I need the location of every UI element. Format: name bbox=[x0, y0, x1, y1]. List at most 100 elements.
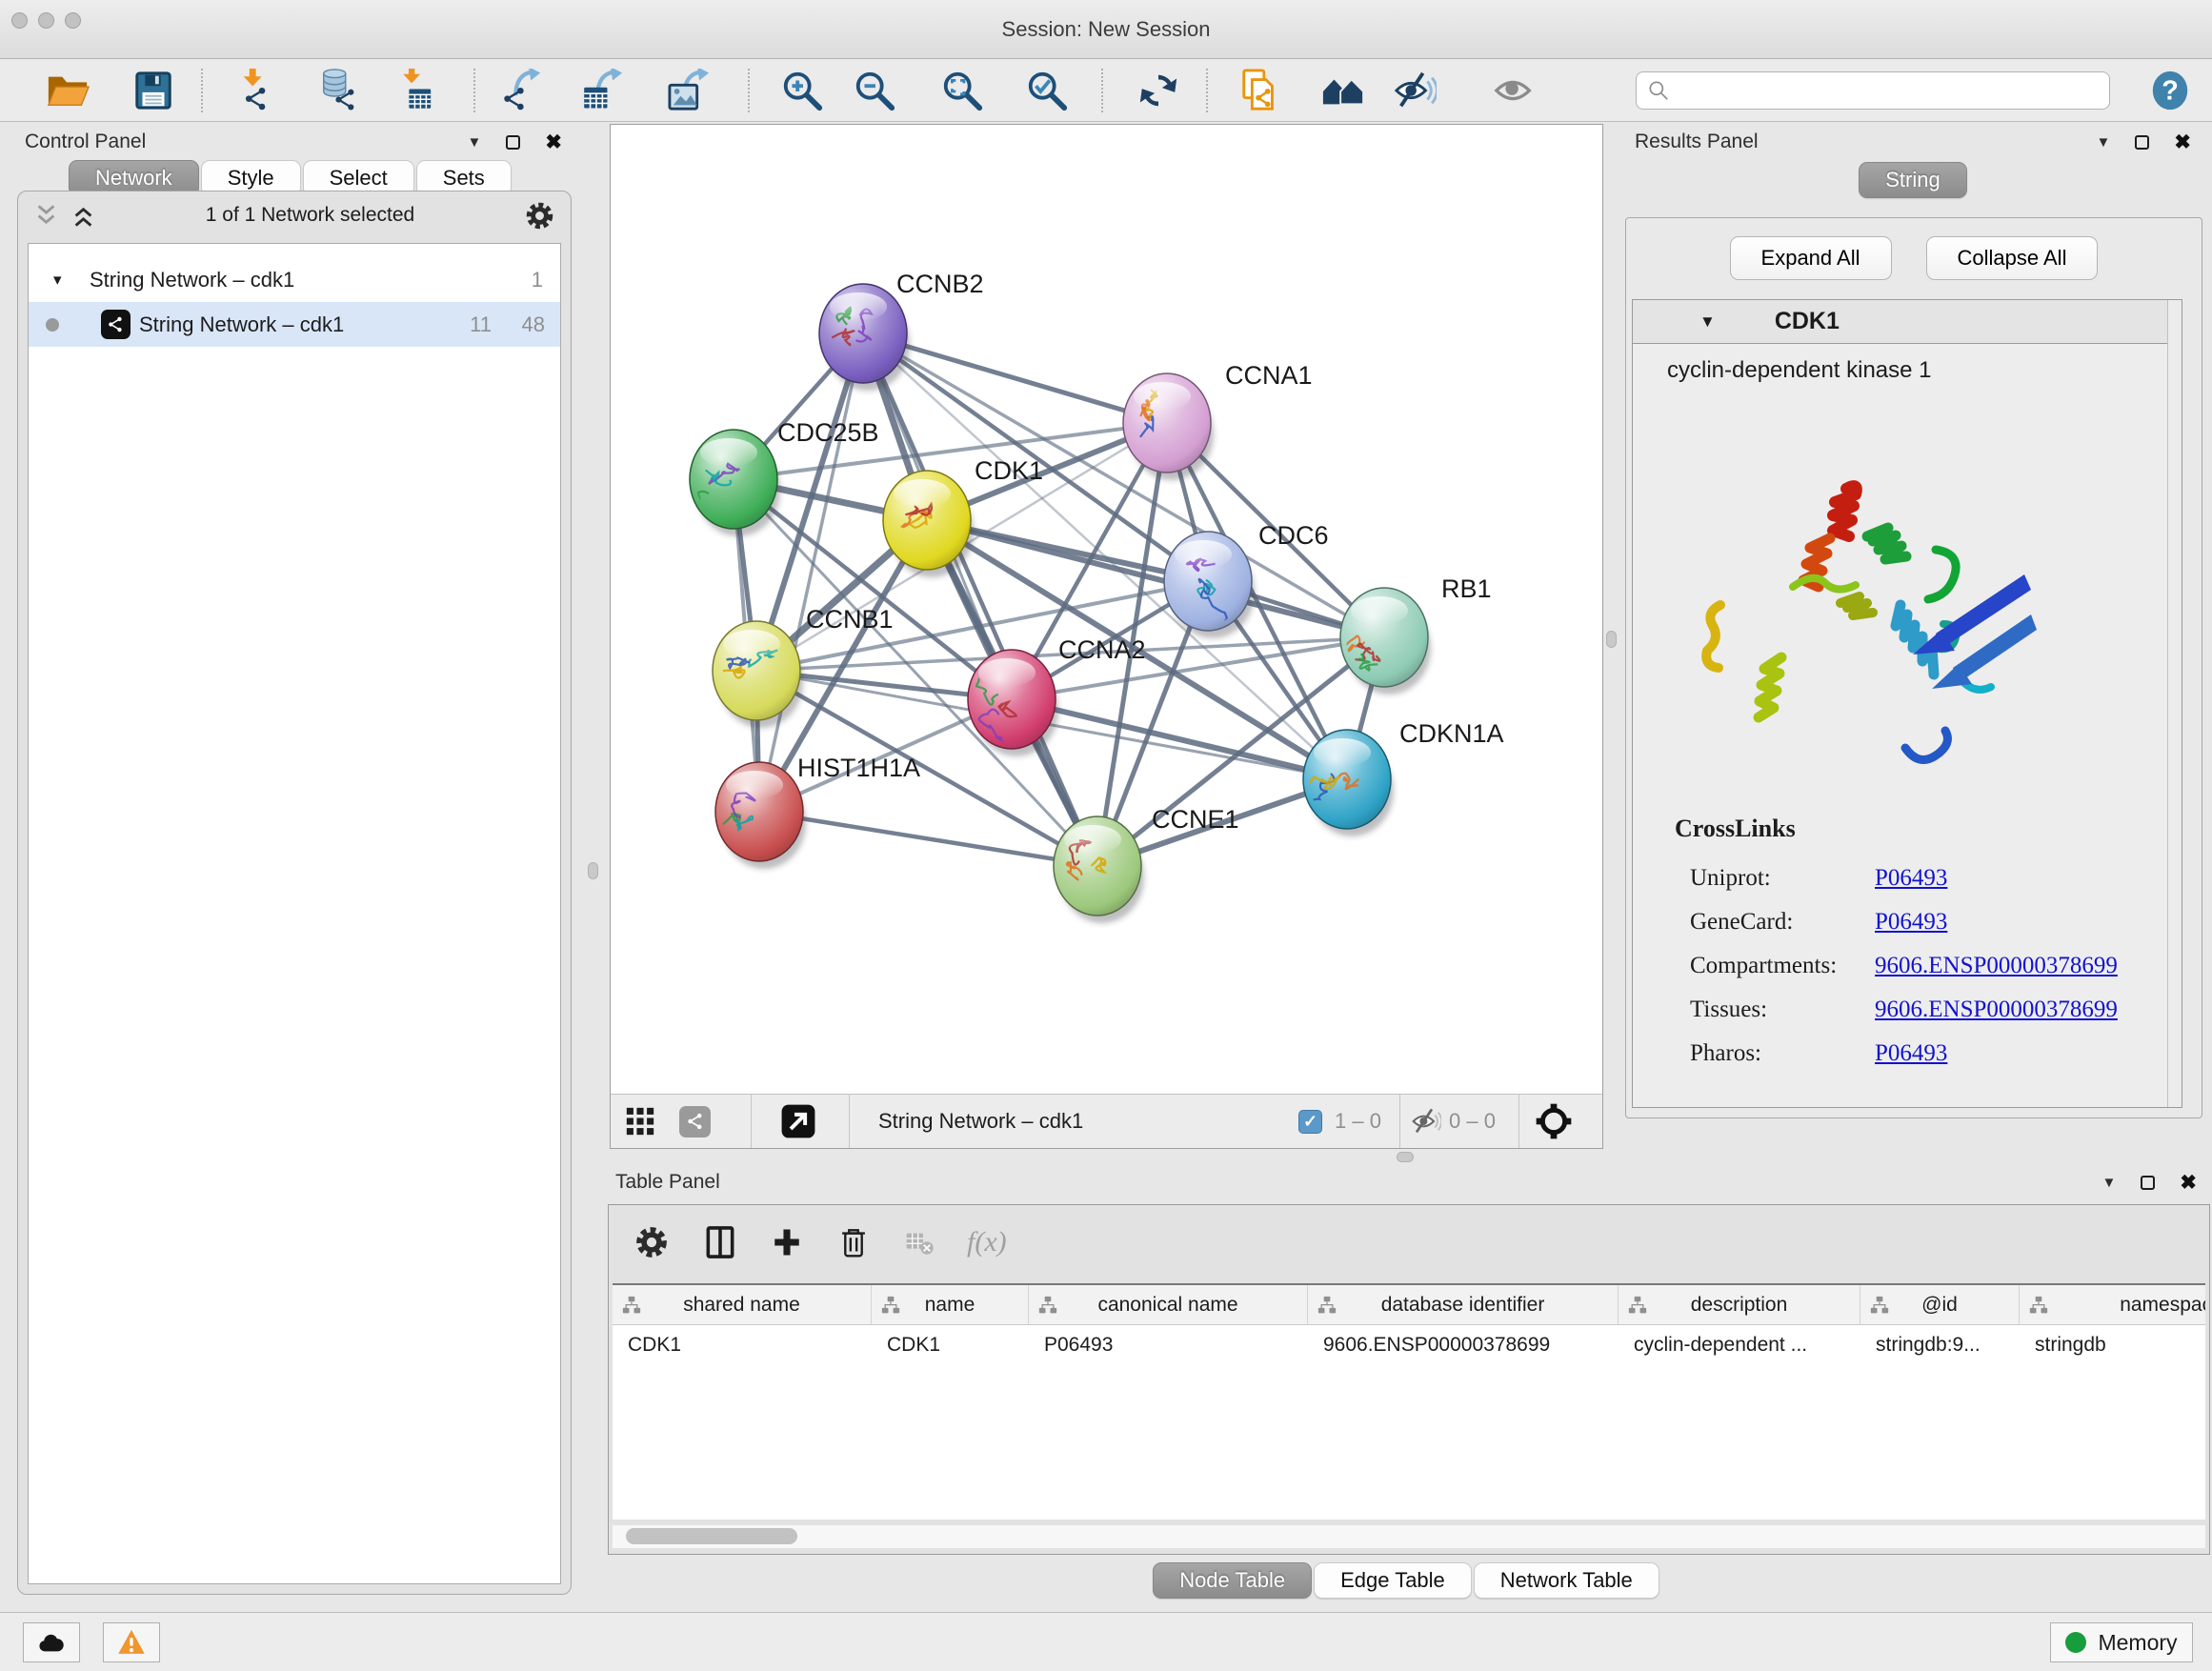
save-session-icon[interactable] bbox=[129, 66, 178, 115]
main-toolbar bbox=[0, 59, 2212, 122]
memory-button[interactable]: Memory bbox=[2050, 1622, 2193, 1662]
left-splitter-handle[interactable] bbox=[588, 862, 598, 879]
import-network-database-icon[interactable] bbox=[315, 66, 365, 115]
tab-node-table[interactable]: Node Table bbox=[1153, 1562, 1312, 1599]
create-column-icon[interactable] bbox=[771, 1226, 803, 1258]
view-network-icon[interactable] bbox=[679, 1095, 711, 1148]
collapse-all-networks-icon[interactable] bbox=[33, 203, 59, 229]
show-columns-icon[interactable] bbox=[702, 1224, 738, 1260]
open-session-icon[interactable] bbox=[43, 66, 92, 115]
toolbar-separator bbox=[748, 69, 750, 112]
help-icon[interactable] bbox=[2145, 66, 2195, 115]
zoom-fit-icon[interactable] bbox=[937, 66, 987, 115]
expand-all-button[interactable]: Expand All bbox=[1730, 236, 1892, 280]
show-hidden-icon[interactable] bbox=[1490, 66, 1539, 115]
birds-eye-toggle-icon[interactable] bbox=[1535, 1095, 1573, 1148]
tab-network-table[interactable]: Network Table bbox=[1474, 1562, 1659, 1599]
refresh-view-icon[interactable] bbox=[1134, 66, 1183, 115]
column-header[interactable]: description bbox=[1619, 1285, 1860, 1324]
column-header[interactable]: name bbox=[872, 1285, 1029, 1324]
node-table: shared name name canonical name database… bbox=[613, 1283, 2205, 1520]
scrollbar-thumb[interactable] bbox=[626, 1528, 797, 1544]
collapse-all-button[interactable]: Collapse All bbox=[1926, 236, 2099, 280]
import-table-file-icon[interactable] bbox=[391, 66, 440, 115]
export-network-icon[interactable] bbox=[498, 66, 548, 115]
selected-counts: 1 – 0 bbox=[1335, 1095, 1381, 1148]
table-horizontal-scrollbar[interactable] bbox=[613, 1525, 2205, 1548]
function-builder-icon[interactable]: f(x) bbox=[967, 1226, 1007, 1258]
show-all-icon[interactable] bbox=[1318, 66, 1368, 115]
hidden-eye-icon[interactable] bbox=[1411, 1095, 1441, 1148]
network-graph[interactable]: CCNB2CCNA1CDC25BCDK1CDC6RB1CCNB1CCNA2CDK… bbox=[611, 125, 1602, 1095]
graph-node-CCNB2[interactable]: CCNB2 bbox=[819, 270, 984, 391]
detach-view-icon[interactable] bbox=[780, 1095, 816, 1148]
table-panel: Table Panel ▼ ✖ f(x) shared name name bbox=[600, 1164, 2212, 1612]
panel-float-icon[interactable] bbox=[506, 135, 520, 150]
panel-menu-icon[interactable]: ▼ bbox=[2097, 134, 2111, 151]
bottom-splitter-handle[interactable] bbox=[1397, 1152, 1414, 1162]
search-field[interactable] bbox=[1636, 71, 2110, 110]
graph-edge-CCNB2-CCNE1[interactable] bbox=[863, 333, 1097, 866]
collection-expand-icon[interactable]: ▾ bbox=[53, 271, 62, 290]
cloud-status-button[interactable] bbox=[23, 1622, 80, 1662]
zoom-in-icon[interactable] bbox=[777, 66, 827, 115]
graph-node-HIST1H1A[interactable]: HIST1H1A bbox=[710, 754, 920, 869]
column-header[interactable]: @id bbox=[1860, 1285, 2020, 1324]
export-table-icon[interactable] bbox=[578, 66, 628, 115]
panel-float-icon[interactable] bbox=[2141, 1176, 2155, 1190]
network-view[interactable]: CCNB2CCNA1CDC25BCDK1CDC6RB1CCNB1CCNA2CDK… bbox=[610, 124, 1603, 1149]
panel-float-icon[interactable] bbox=[2135, 135, 2149, 150]
network-row[interactable]: String Network – cdk1 11 48 bbox=[29, 302, 560, 347]
results-scrollbar[interactable] bbox=[2167, 300, 2182, 1107]
column-header[interactable]: shared name bbox=[613, 1285, 872, 1324]
search-input[interactable] bbox=[1671, 74, 2109, 107]
view-grid-icon[interactable] bbox=[624, 1095, 656, 1148]
pharos-link[interactable]: P06493 bbox=[1875, 1040, 1947, 1066]
tab-edge-table[interactable]: Edge Table bbox=[1314, 1562, 1472, 1599]
graph-node-CCNA1[interactable]: CCNA1 bbox=[1123, 361, 1313, 480]
genecard-link[interactable]: P06493 bbox=[1875, 909, 1947, 935]
expand-all-networks-icon[interactable] bbox=[70, 203, 96, 229]
toolbar-separator bbox=[1101, 69, 1103, 112]
tissues-link[interactable]: 9606.ENSP00000378699 bbox=[1875, 997, 2118, 1022]
graph-node-CDKN1A[interactable]: CDKN1A bbox=[1303, 719, 1504, 836]
graph-node-CDK1[interactable]: CDK1 bbox=[883, 456, 1043, 577]
panel-menu-icon[interactable]: ▼ bbox=[468, 134, 482, 151]
graph-edge-CCNB2-HIST1H1A[interactable] bbox=[759, 333, 863, 812]
network-options-gear-icon[interactable] bbox=[524, 200, 555, 232]
column-header[interactable]: canonical name bbox=[1029, 1285, 1308, 1324]
compartments-link[interactable]: 9606.ENSP00000378699 bbox=[1875, 953, 2118, 978]
graph-node-RB1[interactable]: RB1 bbox=[1340, 574, 1492, 695]
table-options-gear-icon[interactable] bbox=[633, 1224, 670, 1260]
panel-close-icon[interactable]: ✖ bbox=[2174, 132, 2191, 152]
node-label-CCNB1: CCNB1 bbox=[806, 605, 894, 634]
column-header[interactable]: namespace bbox=[2020, 1285, 2205, 1324]
tab-string[interactable]: String bbox=[1859, 162, 1966, 198]
delete-column-icon[interactable] bbox=[835, 1224, 872, 1260]
node-label-CCNB2: CCNB2 bbox=[896, 270, 984, 298]
control-panel: Control Panel ▼ ✖ Network Style Select S… bbox=[10, 124, 577, 1604]
clone-network-view-icon[interactable] bbox=[1236, 66, 1285, 115]
graph-node-CDC6[interactable]: CDC6 bbox=[1164, 521, 1329, 638]
zoom-selected-icon[interactable] bbox=[1022, 66, 1072, 115]
table-row[interactable]: CDK1 CDK1 P06493 9606.ENSP00000378699 cy… bbox=[613, 1325, 2205, 1365]
panel-close-icon[interactable]: ✖ bbox=[2180, 1173, 2197, 1193]
warnings-button[interactable] bbox=[103, 1622, 160, 1662]
panel-close-icon[interactable]: ✖ bbox=[545, 132, 562, 152]
delete-table-icon[interactable] bbox=[904, 1227, 935, 1258]
node-label-CDK1: CDK1 bbox=[975, 456, 1043, 485]
hide-selected-icon[interactable] bbox=[1390, 66, 1439, 115]
protein-collapse-icon[interactable]: ▼ bbox=[1699, 312, 1716, 332]
column-header[interactable]: database identifier bbox=[1308, 1285, 1619, 1324]
export-image-icon[interactable] bbox=[665, 66, 714, 115]
panel-menu-icon[interactable]: ▼ bbox=[2102, 1175, 2117, 1191]
right-splitter-handle[interactable] bbox=[1606, 631, 1617, 648]
graph-node-CCNE1[interactable]: CCNE1 bbox=[1054, 805, 1239, 923]
zoom-out-icon[interactable] bbox=[850, 66, 899, 115]
selected-checkbox[interactable]: ✓ bbox=[1298, 1095, 1322, 1148]
uniprot-link[interactable]: P06493 bbox=[1875, 865, 1947, 891]
network-collection-row[interactable]: ▾ String Network – cdk1 1 bbox=[29, 257, 560, 302]
control-panel-title: Control Panel bbox=[25, 131, 146, 153]
protein-section-header[interactable]: ▼ CDK1 bbox=[1633, 300, 2182, 344]
import-network-file-icon[interactable] bbox=[232, 66, 282, 115]
